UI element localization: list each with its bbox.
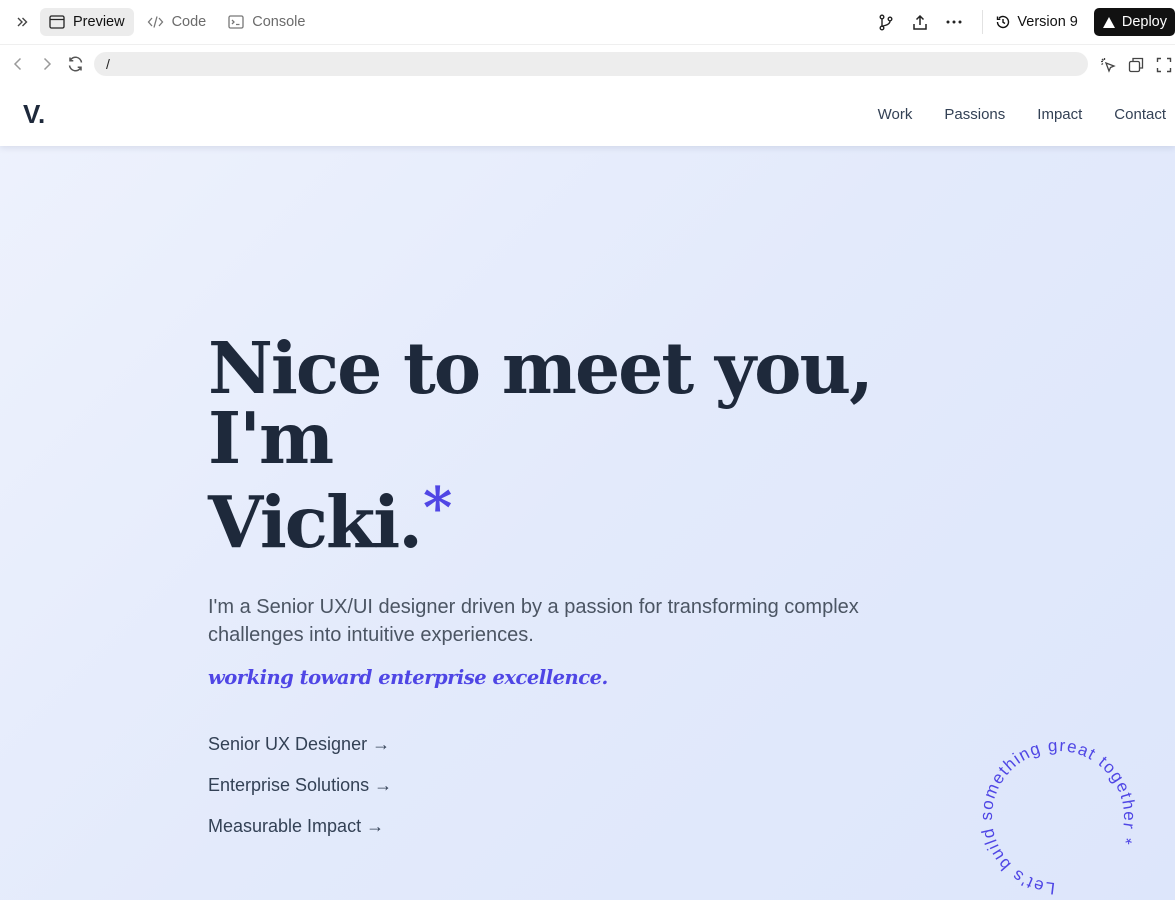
tab-preview[interactable]: Preview (40, 8, 134, 36)
git-branch-icon[interactable] (872, 8, 900, 36)
deploy-label: Deploy (1121, 14, 1167, 30)
address-bar: / (0, 44, 1175, 83)
version-history-button[interactable]: Version 9 (995, 14, 1078, 30)
deploy-button[interactable]: Deploy (1093, 8, 1175, 36)
nav-link-impact[interactable]: Impact (1037, 106, 1082, 123)
tab-console[interactable]: Console (219, 8, 314, 36)
back-arrow-icon[interactable] (7, 53, 29, 75)
link-enterprise-solutions[interactable]: Enterprise Solutions → (208, 775, 968, 796)
tab-label: Preview (73, 14, 125, 30)
site-header: V. Work Passions Impact Contact (0, 83, 1175, 146)
nav-link-contact[interactable]: Contact (1114, 106, 1166, 123)
open-new-window-icon[interactable] (1125, 54, 1147, 76)
tab-label: Code (171, 14, 207, 30)
hero-title-line1: Nice to meet you, I'm (208, 326, 874, 480)
code-icon (147, 16, 163, 28)
hero-links: Senior UX Designer → Enterprise Solution… (208, 734, 968, 837)
site-logo[interactable]: V. (23, 99, 45, 130)
toolbar-divider (982, 10, 984, 34)
more-options-icon[interactable] (940, 8, 968, 36)
share-upload-icon[interactable] (906, 8, 934, 36)
browser-window-icon (49, 15, 65, 29)
link-senior-ux-designer[interactable]: Senior UX Designer → (208, 734, 968, 755)
nav-link-work[interactable]: Work (878, 106, 913, 123)
hero-title-line2: Vicki. (208, 480, 423, 564)
triangle-icon (1102, 16, 1115, 28)
refresh-icon[interactable] (64, 53, 86, 75)
svg-text:Let's build something great to: Let's build something great together * (977, 736, 1139, 898)
tab-label: Console (252, 14, 306, 30)
forward-arrow-icon[interactable] (36, 53, 58, 75)
hero-section: Nice to meet you, I'm Vicki.* I'm a Seni… (208, 333, 968, 857)
nav-link-passions[interactable]: Passions (944, 106, 1005, 123)
hero-tagline: working toward enterprise excellence. (208, 666, 608, 689)
history-icon (997, 15, 1010, 29)
version-label: Version 9 (1017, 14, 1078, 30)
fullscreen-icon[interactable] (1153, 54, 1175, 76)
asterisk-icon: * (422, 475, 452, 541)
hero-title: Nice to meet you, I'm Vicki.* (208, 333, 968, 558)
preview-page: V. Work Passions Impact Contact Nice to … (0, 83, 1175, 900)
link-measurable-impact[interactable]: Measurable Impact → (208, 816, 968, 837)
circular-text: Let's build something great together * (977, 736, 1138, 898)
tab-code[interactable]: Code (138, 8, 216, 36)
expand-sidebar-icon[interactable] (8, 8, 36, 36)
terminal-icon (228, 15, 244, 29)
element-select-icon[interactable] (1097, 54, 1119, 76)
url-input[interactable]: / (94, 52, 1088, 76)
circular-text-badge: Let's build something great together * (977, 736, 1139, 898)
ide-toolbar: Preview Code Console Version 9 Deploy (0, 0, 1175, 44)
site-nav: Work Passions Impact Contact (846, 83, 1166, 146)
hero-description: I'm a Senior UX/UI designer driven by a … (208, 596, 859, 646)
